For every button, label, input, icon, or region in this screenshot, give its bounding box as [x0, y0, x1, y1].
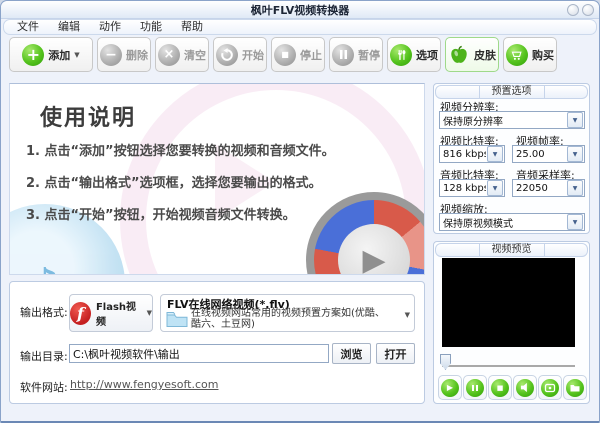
chevron-down-icon[interactable]: ▼: [567, 180, 583, 196]
stop-icon: ■: [274, 43, 296, 66]
folder-icon: [166, 310, 188, 332]
stop-icon: ■: [491, 378, 509, 397]
sample-rate-select[interactable]: 22050 ▼: [512, 179, 585, 197]
instructions-panel: ♪ ▶ 使用说明 1. 点击“添加”按钮选择您要转换的视频和音频文件。 2. 点…: [9, 83, 425, 275]
menu-item-file[interactable]: 文件: [12, 20, 44, 34]
play-icon: ▶: [441, 378, 459, 397]
preview-open-button[interactable]: [563, 375, 587, 400]
add-button[interactable]: + 添加 ▼: [9, 37, 93, 72]
clear-icon: ×: [158, 43, 180, 66]
window-controls: [567, 4, 594, 16]
clear-button[interactable]: × 清空: [155, 37, 209, 72]
preview-stop-button[interactable]: ■: [488, 375, 512, 400]
flash-icon: f: [70, 301, 91, 325]
instructions-title: 使用说明: [40, 106, 137, 131]
pause-button[interactable]: 暂停: [329, 37, 383, 72]
pause-icon: [466, 378, 484, 397]
browse-button[interactable]: 浏览: [332, 343, 371, 364]
chevron-down-icon: ▼: [74, 50, 80, 59]
preview-pause-button[interactable]: [463, 375, 487, 400]
minimize-button[interactable]: [567, 4, 579, 16]
output-format-button[interactable]: f Flash视频 ▼: [69, 294, 153, 332]
buy-icon: [506, 43, 528, 66]
stop-button[interactable]: ■ 停止: [271, 37, 325, 72]
menu-item-function[interactable]: 功能: [135, 20, 167, 34]
options-icon: [390, 43, 412, 66]
close-button[interactable]: [582, 4, 594, 16]
folder-icon: [566, 378, 584, 397]
snapshot-icon: [541, 378, 559, 397]
menu-bar: 文件 编辑 动作 功能 帮助: [3, 19, 597, 35]
instruction-step-1: 1. 点击“添加”按钮选择您要转换的视频和音频文件。: [26, 144, 335, 159]
preset-panel-header: 预置选项: [435, 85, 588, 99]
pause-icon: [332, 43, 354, 66]
preview-volume-button[interactable]: [513, 375, 537, 400]
seek-slider-track[interactable]: [442, 365, 575, 367]
title-bar: 枫叶FLV视频转换器: [1, 1, 599, 19]
chevron-down-icon[interactable]: ▼: [567, 214, 583, 230]
preset-options-panel: 预置选项 视频分辨率: 保持原分辨率 ▼ 视频比特率: 视频帧率: 816 kb…: [433, 83, 590, 234]
video-bitrate-select[interactable]: 816 kbps ▼: [439, 145, 505, 163]
video-zoom-select[interactable]: 保持原视频模式 ▼: [439, 213, 585, 231]
preview-controls: ▶ ■: [438, 375, 587, 400]
menu-item-help[interactable]: 帮助: [176, 20, 208, 34]
delete-button[interactable]: − 删除: [97, 37, 151, 72]
watermark-color-disc: ▶: [306, 192, 424, 274]
open-button[interactable]: 打开: [376, 343, 415, 364]
add-icon: +: [22, 43, 45, 66]
output-dir-input[interactable]: [69, 344, 329, 363]
website-link[interactable]: http://www.fengyesoft.com: [70, 378, 219, 391]
frame-rate-select[interactable]: 25.00 ▼: [512, 145, 585, 163]
video-preview-panel: 视频预览 ▶ ■: [433, 241, 590, 404]
menu-item-edit[interactable]: 编辑: [53, 20, 85, 34]
preview-panel-title: 视频预览: [478, 244, 545, 256]
audio-bitrate-select[interactable]: 128 kbps ▼: [439, 179, 505, 197]
preset-panel-title: 预置选项: [478, 86, 545, 98]
resolution-select[interactable]: 保持原分辨率 ▼: [439, 111, 585, 129]
app-window: 枫叶FLV视频转换器 文件 编辑 动作 功能 帮助 + 添加 ▼ − 删除 × …: [0, 0, 600, 423]
chevron-down-icon[interactable]: ▼: [487, 146, 503, 162]
instruction-step-3: 3. 点击“开始”按钮，开始视频音频文件转换。: [26, 208, 296, 223]
website-label: 软件网站:: [20, 381, 68, 394]
menu-item-action[interactable]: 动作: [94, 20, 126, 34]
start-icon: [216, 43, 238, 66]
seek-slider-thumb[interactable]: [440, 354, 451, 370]
instruction-step-2: 2. 点击“输出格式”选项框，选择您要输出的格式。: [26, 176, 322, 191]
delete-icon: −: [100, 43, 122, 66]
output-preset-select[interactable]: FLV在线网络视频(*.flv) 在线视频网站常用的视频预置方案如(优酷、酷六、…: [160, 294, 415, 332]
output-preset-description: 在线视频网站常用的视频预置方案如(优酷、酷六、土豆网): [191, 308, 385, 330]
chevron-down-icon: ▼: [146, 309, 152, 317]
chevron-down-icon[interactable]: ▼: [405, 311, 410, 319]
preview-play-button[interactable]: ▶: [438, 375, 462, 400]
options-button[interactable]: 选项: [387, 37, 441, 72]
chevron-down-icon[interactable]: ▼: [567, 146, 583, 162]
skin-button[interactable]: 皮肤: [445, 37, 499, 72]
chevron-down-icon[interactable]: ▼: [567, 112, 583, 128]
output-format-label: 输出格式:: [20, 306, 68, 319]
toolbar: + 添加 ▼ − 删除 × 清空 开始 ■ 停止 暂停 选项 皮肤 购买: [9, 37, 557, 74]
skin-icon: [448, 44, 470, 66]
video-preview-screen: [442, 258, 575, 347]
preview-panel-header: 视频预览: [435, 243, 588, 257]
volume-icon: [516, 378, 534, 397]
preview-snapshot-button[interactable]: [538, 375, 562, 400]
chevron-down-icon[interactable]: ▼: [487, 180, 503, 196]
buy-button[interactable]: 购买: [503, 37, 557, 72]
output-dir-label: 输出目录:: [20, 350, 68, 363]
window-title: 枫叶FLV视频转换器: [250, 4, 350, 17]
start-button[interactable]: 开始: [213, 37, 267, 72]
output-panel: 输出格式: f Flash视频 ▼ FLV在线网络视频(*.flv) 在线视频网…: [9, 281, 425, 404]
